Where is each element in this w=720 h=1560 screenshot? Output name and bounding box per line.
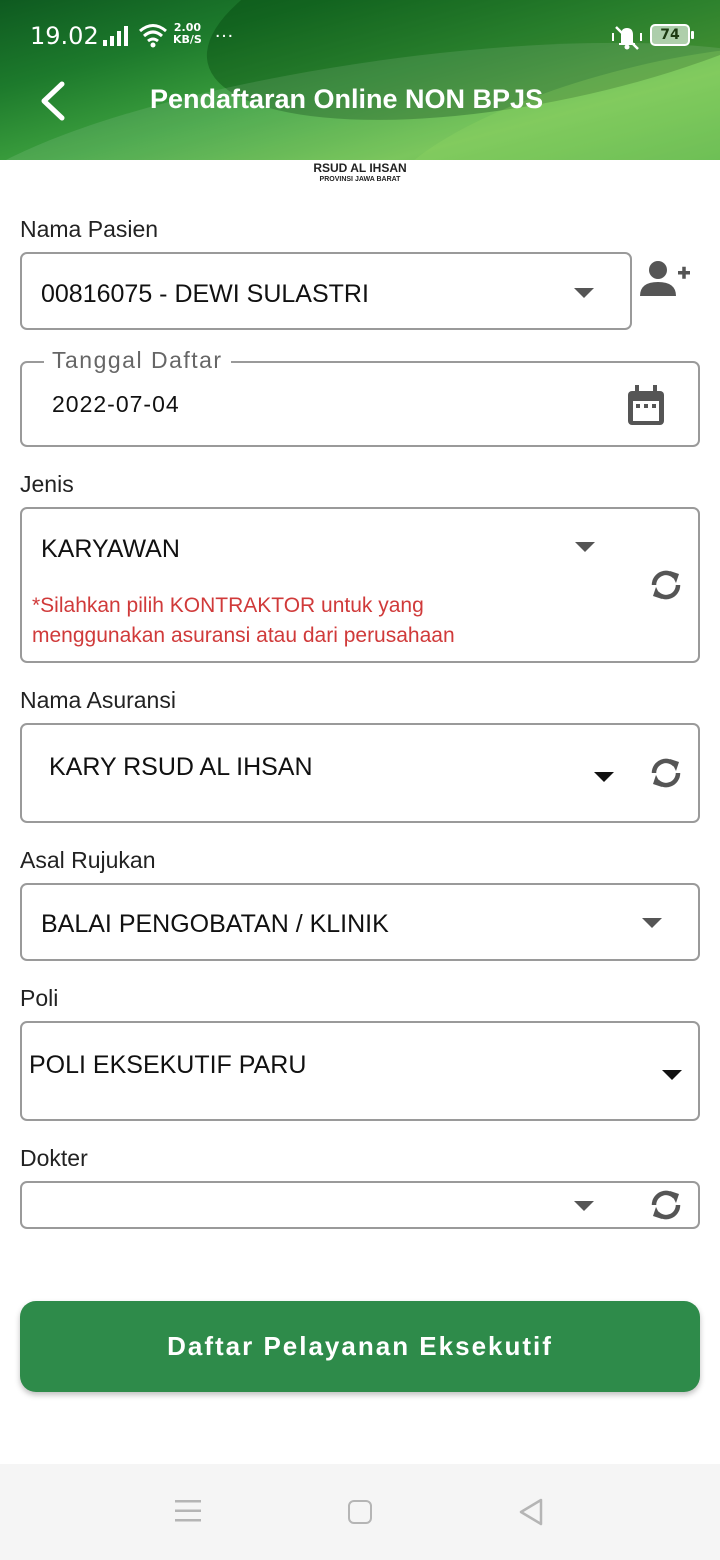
logo-subtitle: PROVINSI JAWA BARAT [319,176,401,183]
refresh-icon[interactable] [646,753,686,793]
system-navigation-bar [0,1464,720,1560]
nama-asuransi-dropdown[interactable]: KARY RSUD AL IHSAN [20,723,700,823]
network-speed-unit: KB/S [173,33,202,46]
jenis-hint: *Silahkan pilih KONTRAKTOR untuk yang me… [32,591,592,651]
calendar-icon[interactable] [626,385,666,427]
home-icon[interactable] [348,1500,372,1524]
chevron-down-icon [575,542,595,552]
chevron-down-icon [594,772,614,782]
battery-indicator: 74 [650,24,694,46]
nama-pasien-dropdown[interactable]: 00816075 - DEWI SULASTRI [20,252,632,330]
asal-rujukan-value: BALAI PENGOBATAN / KLINIK [41,910,389,938]
refresh-icon[interactable] [646,1185,686,1225]
poli-dropdown[interactable]: POLI EKSEKUTIF PARU [20,1021,700,1121]
more-notifications-icon: … [214,20,235,42]
chevron-down-icon [574,288,594,298]
signal-icon [103,26,128,46]
jenis-hint-line2: menggunakan asuransi atau dari perusahaa… [32,624,455,647]
nama-pasien-label: Nama Pasien [20,216,159,242]
hospital-logo: RSUD AL IHSAN PROVINSI JAWA BARAT [300,162,420,184]
chevron-down-icon [642,918,662,928]
page-title: Pendaftaran Online NON BPJS [150,84,544,114]
logo-name: RSUD AL IHSAN [313,161,407,175]
nama-asuransi-label: Nama Asuransi [20,687,176,713]
tanggal-daftar-label: Tanggal Daftar [44,347,231,374]
status-time: 19.02 [30,22,99,50]
poli-value: POLI EKSEKUTIF PARU [29,1051,307,1079]
refresh-icon[interactable] [646,565,686,605]
tanggal-daftar-value: 2022-07-04 [52,391,180,417]
recent-apps-icon[interactable] [175,1500,201,1522]
chevron-down-icon [662,1070,682,1080]
asal-rujukan-label: Asal Rujukan [20,847,156,873]
jenis-dropdown[interactable]: KARYAWAN *Silahkan pilih KONTRAKTOR untu… [20,507,700,663]
app-header: 19.02 2.00 KB/S … 74 Pendaftaran Online … [0,0,720,160]
jenis-label: Jenis [20,471,74,497]
chevron-down-icon [574,1201,594,1211]
dokter-dropdown[interactable] [20,1181,700,1229]
wifi-icon [139,24,167,48]
vibrate-mute-icon [612,26,642,50]
back-arrow-icon[interactable] [30,78,76,124]
nav-back-icon[interactable] [518,1498,544,1526]
asal-rujukan-dropdown[interactable]: BALAI PENGOBATAN / KLINIK [20,883,700,961]
jenis-value: KARYAWAN [41,535,180,563]
nama-pasien-value: 00816075 - DEWI SULASTRI [41,280,369,308]
nama-asuransi-value: KARY RSUD AL IHSAN [49,753,313,781]
tanggal-daftar-field[interactable]: Tanggal Daftar 2022-07-04 [20,347,700,447]
add-person-icon[interactable] [640,260,692,300]
dokter-label: Dokter [20,1145,88,1171]
daftar-pelayanan-eksekutif-button[interactable]: Daftar Pelayanan Eksekutif [20,1301,700,1392]
jenis-hint-line1: *Silahkan pilih KONTRAKTOR untuk yang [32,594,424,617]
network-speed: 2.00 KB/S [173,22,202,46]
status-bar: 19.02 2.00 KB/S … 74 [0,0,720,56]
poli-label: Poli [20,985,59,1011]
